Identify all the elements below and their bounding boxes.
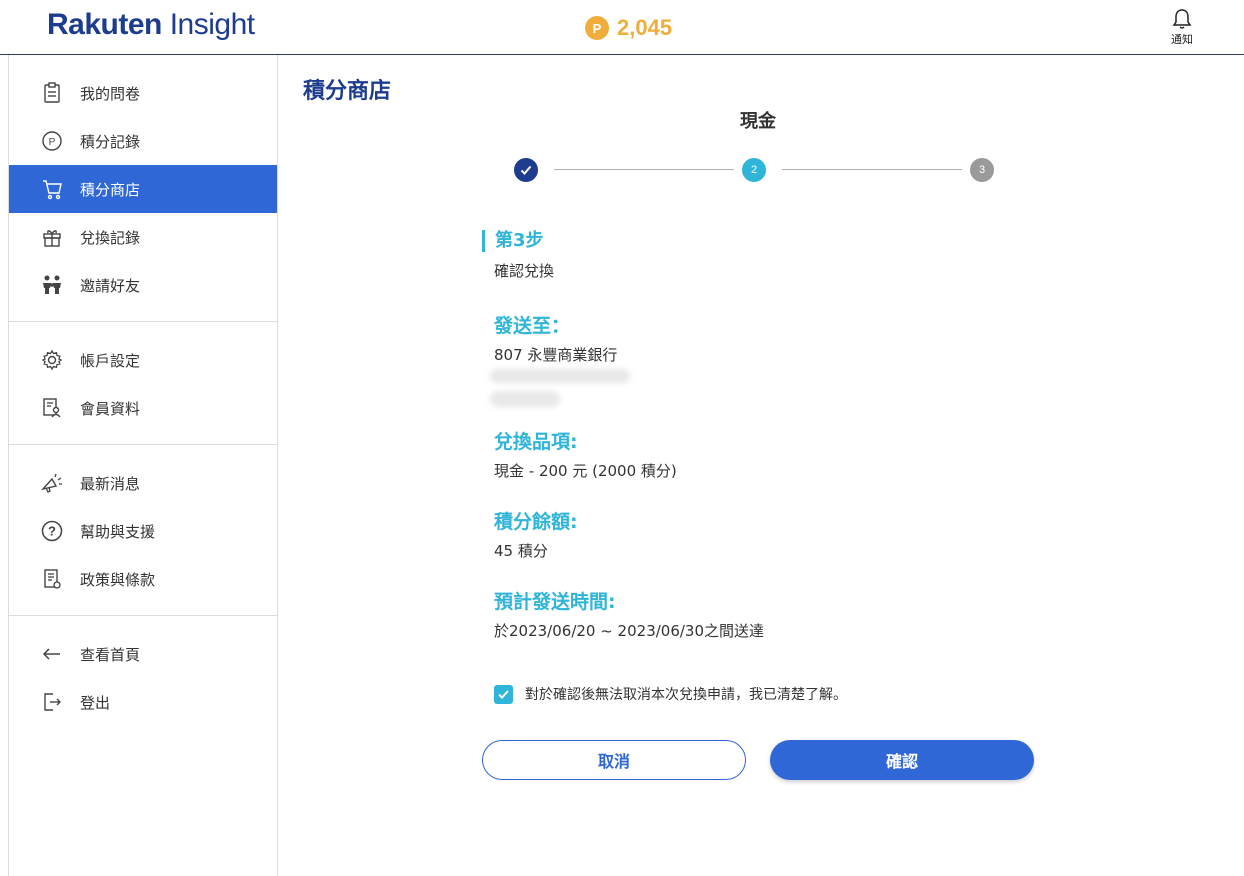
- points-balance: P 2,045: [585, 15, 672, 41]
- redacted-account-info: [482, 365, 1042, 427]
- check-icon: [520, 165, 532, 175]
- megaphone-icon: [40, 471, 64, 495]
- points-value: 2,045: [617, 15, 673, 40]
- sidebar-item-policy[interactable]: 政策與條款: [9, 555, 277, 603]
- sidebar-item-help[interactable]: ? 幫助與支援: [9, 507, 277, 555]
- sidebar-item-points-store[interactable]: 積分商店: [9, 165, 277, 213]
- logout-icon: [40, 690, 64, 714]
- people-icon: [40, 273, 64, 297]
- gift-icon: [40, 225, 64, 249]
- acknowledge-row[interactable]: 對於確認後無法取消本次兌換申請，我已清楚了解。: [494, 684, 847, 704]
- sidebar-item-label: 積分記錄: [80, 132, 141, 151]
- send-to-value: 807 永豐商業銀行: [494, 346, 618, 364]
- step-3-pending: 3: [970, 158, 994, 182]
- notification-label: 通知: [1171, 33, 1193, 46]
- svg-text:P: P: [49, 137, 56, 148]
- sidebar-item-label: 我的問卷: [80, 84, 141, 103]
- nav-group-info: 最新消息 ? 幫助與支援 政策與條款: [9, 445, 277, 616]
- page-title: 積分商店: [303, 79, 392, 104]
- rakuten-insight-logo[interactable]: Rakuten Insight: [47, 8, 255, 42]
- nav-group-exit: 查看首頁 登出: [9, 616, 277, 738]
- cart-icon: [40, 177, 64, 201]
- logo-brand: Rakuten: [47, 8, 162, 41]
- step-heading: 第3步: [482, 230, 1042, 252]
- nav-group-account: 帳戶設定 會員資料: [9, 322, 277, 445]
- acknowledge-text: 對於確認後無法取消本次兌換申請，我已清楚了解。: [525, 687, 847, 703]
- stepper-connector: [782, 169, 962, 170]
- gear-icon: [40, 348, 64, 372]
- points-coin-icon: P: [585, 16, 609, 40]
- cancel-button[interactable]: 取消: [482, 740, 746, 780]
- stepper-connector: [554, 169, 734, 170]
- sidebar-item-my-surveys[interactable]: 我的問卷: [9, 69, 277, 117]
- balance-value: 45 積分: [494, 542, 548, 560]
- progress-stepper: 2 3: [514, 158, 996, 182]
- sidebar-item-label: 兌換記錄: [80, 228, 141, 247]
- sidebar-item-redeem-history[interactable]: 兌換記錄: [9, 213, 277, 261]
- reward-type-title: 現金: [740, 111, 776, 132]
- profile-doc-icon: [40, 396, 64, 420]
- sidebar-item-points-history[interactable]: P 積分記錄: [9, 117, 277, 165]
- points-icon: P: [40, 129, 64, 153]
- item-label: 兌換品項:: [494, 431, 578, 453]
- logo-product: Insight: [161, 8, 255, 41]
- item-value: 現金 - 200 元 (2000 積分): [494, 462, 677, 480]
- redacted-bar: [490, 369, 630, 383]
- top-header: Rakuten Insight P 2,045 通知: [0, 0, 1244, 55]
- redacted-bar: [490, 391, 560, 407]
- step-2-current: 2: [742, 158, 766, 182]
- sidebar-item-member-profile[interactable]: 會員資料: [9, 384, 277, 432]
- sidebar-item-news[interactable]: 最新消息: [9, 459, 277, 507]
- confirm-button[interactable]: 確認: [770, 740, 1034, 780]
- sidebar-item-home[interactable]: 查看首頁: [9, 630, 277, 678]
- acknowledge-checkbox[interactable]: [494, 684, 513, 704]
- arrow-left-icon: [40, 642, 64, 666]
- check-icon: [498, 689, 509, 699]
- sidebar-item-label: 最新消息: [80, 474, 141, 493]
- send-to-label: 發送至：: [494, 315, 571, 337]
- help-icon: ?: [40, 519, 64, 543]
- eta-label: 預計發送時間:: [494, 591, 616, 613]
- step-description: 確認兌換: [494, 262, 555, 280]
- sidebar-item-account-settings[interactable]: 帳戶設定: [9, 336, 277, 384]
- sidebar-item-logout[interactable]: 登出: [9, 678, 277, 726]
- svg-text:?: ?: [48, 524, 56, 539]
- clipboard-icon: [40, 81, 64, 105]
- sidebar-item-label: 會員資料: [80, 399, 141, 418]
- sidebar-item-label: 登出: [80, 693, 111, 712]
- sidebar-item-label: 政策與條款: [80, 570, 156, 589]
- sidebar-item-label: 邀請好友: [80, 276, 141, 295]
- sidebar: 我的問卷 P 積分記錄 積分商店 兌換記錄 邀請好友 帳戶設定 會員資料 最新消…: [8, 55, 278, 876]
- balance-label: 積分餘額:: [494, 511, 578, 533]
- sidebar-item-label: 帳戶設定: [80, 351, 141, 370]
- sidebar-item-label: 積分商店: [80, 180, 141, 199]
- confirm-details: 第3步 確認兌換 發送至： 807 永豐商業銀行 兌換品項: 現金 - 200 …: [482, 230, 1042, 641]
- nav-group-main: 我的問卷 P 積分記錄 積分商店 兌換記錄 邀請好友: [9, 55, 277, 322]
- step-1-complete: [514, 158, 538, 182]
- sidebar-item-label: 查看首頁: [80, 645, 141, 664]
- main-content: 積分商店 現金 2 3 第3步 確認兌換 發送至： 807 永豐商業銀行 兌換品…: [278, 55, 1244, 876]
- eta-value: 於2023/06/20 ~ 2023/06/30之間送達: [494, 622, 765, 640]
- sidebar-item-label: 幫助與支援: [80, 522, 156, 541]
- notification-button[interactable]: 通知: [1166, 8, 1198, 47]
- bell-icon: [1172, 9, 1192, 29]
- sidebar-item-invite-friends[interactable]: 邀請好友: [9, 261, 277, 309]
- policy-icon: [40, 567, 64, 591]
